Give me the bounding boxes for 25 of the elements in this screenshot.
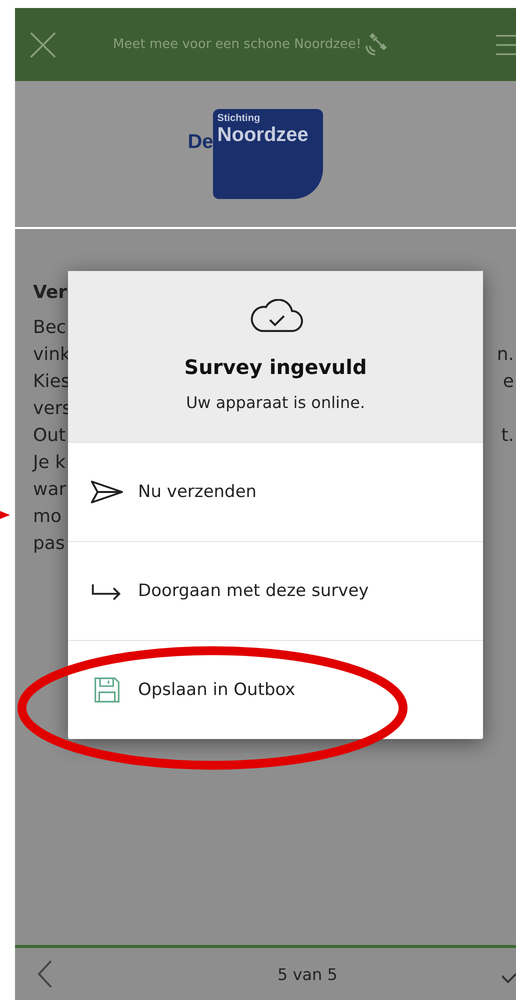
body-text: mo [33, 505, 62, 529]
body-text: n. [496, 343, 514, 367]
page-counter: 5 van 5 [278, 964, 338, 984]
app-title: Meet mee voor een schone Noordzee! [113, 37, 362, 52]
body-text: Je k [33, 451, 66, 475]
paper-plane-icon [90, 478, 124, 506]
body-text: Kies [33, 370, 70, 394]
body-text: vink [33, 343, 70, 367]
body-text: pas [33, 532, 65, 556]
body-text: Bec [33, 316, 66, 340]
dialog-subtitle: Uw apparaat is online. [186, 393, 366, 412]
logo: De Stichting Noordzee [188, 109, 324, 199]
body-text: war [33, 478, 66, 502]
satellite-icon[interactable] [363, 32, 390, 58]
body-text: t. [501, 424, 514, 448]
close-icon[interactable] [29, 30, 57, 58]
arrow-marker-icon [0, 510, 10, 520]
dialog-option[interactable]: Opslaan in Outbox [68, 640, 483, 739]
section-heading: Ver [33, 281, 68, 305]
body-text: Out [33, 424, 66, 448]
back-icon[interactable] [37, 959, 53, 989]
dialog-option[interactable]: Doorgaan met deze survey [68, 541, 483, 640]
body-text: e [502, 370, 514, 394]
dialog-option[interactable]: Nu verzenden [68, 442, 483, 541]
dialog-title: Survey ingevuld [184, 355, 367, 379]
